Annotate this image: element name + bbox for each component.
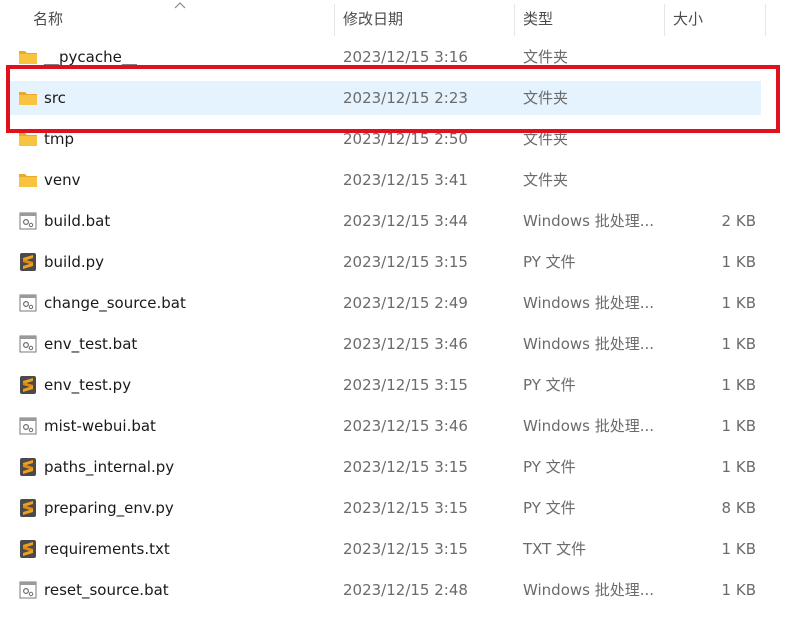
file-date-modified: 2023/12/15 3:15: [343, 540, 468, 558]
file-type: PY 文件: [523, 253, 576, 271]
file-type: Windows 批处理...: [523, 335, 655, 353]
file-row[interactable]: env_test.bat 2023/12/15 3:46 Windows 批处理..…: [8, 327, 761, 361]
file-date-modified: 2023/12/15 3:46: [343, 335, 468, 353]
file-size: 1 KB: [721, 581, 756, 599]
file-size: 1 KB: [721, 540, 756, 558]
file-size: [673, 122, 756, 156]
file-row[interactable]: env_test.py 2023/12/15 3:15 PY 文件 1 KB: [8, 368, 761, 402]
file-type: 文件夹: [523, 130, 569, 148]
file-date-modified: 2023/12/15 2:23: [343, 89, 468, 107]
file-size: [673, 163, 756, 197]
file-name: mist-webui.bat: [44, 417, 156, 435]
file-date-modified: 2023/12/15 3:15: [343, 458, 468, 476]
file-size: 1 KB: [721, 417, 756, 435]
column-header-size[interactable]: 大小: [665, 0, 765, 37]
file-type: Windows 批处理...: [523, 581, 655, 599]
file-row[interactable]: src 2023/12/15 2:23 文件夹: [8, 81, 761, 115]
file-type: 文件夹: [523, 171, 569, 189]
file-size: 1 KB: [721, 335, 756, 353]
file-type: PY 文件: [523, 499, 576, 517]
file-type: PY 文件: [523, 458, 576, 476]
column-header-name[interactable]: 名称: [25, 0, 333, 37]
file-name: change_source.bat: [44, 294, 186, 312]
file-date-modified: 2023/12/15 3:41: [343, 171, 468, 189]
file-row[interactable]: build.bat 2023/12/15 3:44 Windows 批处理... 2 …: [8, 204, 761, 238]
file-size: 2 KB: [721, 212, 756, 230]
file-size: 1 KB: [721, 294, 756, 312]
file-type: Windows 批处理...: [523, 417, 655, 435]
batch-file-icon: [18, 335, 38, 353]
file-row[interactable]: preparing_env.py 2023/12/15 3:15 PY 文件 8 KB: [8, 491, 761, 525]
batch-file-icon: [18, 581, 38, 599]
file-name: env_test.py: [44, 376, 132, 394]
file-date-modified: 2023/12/15 2:48: [343, 581, 468, 599]
file-rows: __pycache__ 2023/12/15 3:16 文件夹 src 2023/12/…: [0, 40, 785, 622]
file-name: build.py: [44, 253, 105, 271]
file-row[interactable]: __pycache__ 2023/12/15 3:16 文件夹: [8, 40, 761, 74]
file-name: __pycache__: [44, 48, 137, 66]
file-date-modified: 2023/12/15 3:46: [343, 417, 468, 435]
folder-icon: [18, 48, 38, 66]
sublime-file-icon: [18, 458, 38, 476]
batch-file-icon: [18, 212, 38, 230]
file-explorer-list: 名称 修改日期 类型 大小 __pycache__ 2023/12/15 3:16…: [0, 0, 785, 622]
file-size: 8 KB: [721, 499, 756, 517]
file-date-modified: 2023/12/15 2:50: [343, 130, 468, 148]
file-size: 1 KB: [721, 458, 756, 476]
file-date-modified: 2023/12/15 3:16: [343, 48, 468, 66]
column-header-date-modified[interactable]: 修改日期: [335, 0, 515, 37]
file-row[interactable]: reset_source.bat 2023/12/15 2:48 Windows 批…: [8, 573, 761, 607]
file-row[interactable]: venv 2023/12/15 3:41 文件夹: [8, 163, 761, 197]
file-row[interactable]: change_source.bat 2023/12/15 2:49 Windows …: [8, 286, 761, 320]
sublime-file-icon: [18, 540, 38, 558]
folder-icon: [18, 130, 38, 148]
file-name: src: [44, 89, 66, 107]
folder-icon: [18, 89, 38, 107]
file-date-modified: 2023/12/15 3:15: [343, 499, 468, 517]
file-date-modified: 2023/12/15 3:15: [343, 253, 468, 271]
file-size: 1 KB: [721, 253, 756, 271]
file-date-modified: 2023/12/15 3:44: [343, 212, 468, 230]
file-type: Windows 批处理...: [523, 294, 655, 312]
sublime-file-icon: [18, 376, 38, 394]
file-size: [673, 40, 756, 74]
file-name: reset_source.bat: [44, 581, 169, 599]
file-name: preparing_env.py: [44, 499, 174, 517]
sublime-file-icon: [18, 499, 38, 517]
file-type: 文件夹: [523, 89, 569, 107]
column-header-type[interactable]: 类型: [515, 0, 665, 37]
file-type: PY 文件: [523, 376, 576, 394]
file-name: tmp: [44, 130, 75, 148]
column-header-bar: 名称 修改日期 类型 大小: [0, 0, 785, 37]
batch-file-icon: [18, 417, 38, 435]
file-row[interactable]: paths_internal.py 2023/12/15 3:15 PY 文件 1 K…: [8, 450, 761, 484]
sublime-file-icon: [18, 253, 38, 271]
file-size: 1 KB: [721, 376, 756, 394]
file-name: paths_internal.py: [44, 458, 175, 476]
file-row[interactable]: mist-webui.bat 2023/12/15 3:46 Windows 批处理…: [8, 409, 761, 443]
batch-file-icon: [18, 294, 38, 312]
file-type: 文件夹: [523, 48, 569, 66]
file-name: env_test.bat: [44, 335, 138, 353]
folder-icon: [18, 171, 38, 189]
file-row[interactable]: tmp 2023/12/15 2:50 文件夹: [8, 122, 761, 156]
file-name: build.bat: [44, 212, 111, 230]
column-divider[interactable]: [765, 4, 766, 36]
file-size: [673, 81, 756, 115]
file-row[interactable]: requirements.txt 2023/12/15 3:15 TXT 文件 1 K…: [8, 532, 761, 566]
file-type: TXT 文件: [523, 540, 587, 558]
file-row[interactable]: build.py 2023/12/15 3:15 PY 文件 1 KB: [8, 245, 761, 279]
file-date-modified: 2023/12/15 2:49: [343, 294, 468, 312]
file-date-modified: 2023/12/15 3:15: [343, 376, 468, 394]
file-name: requirements.txt: [44, 540, 170, 558]
file-type: Windows 批处理...: [523, 212, 655, 230]
file-name: venv: [44, 171, 81, 189]
